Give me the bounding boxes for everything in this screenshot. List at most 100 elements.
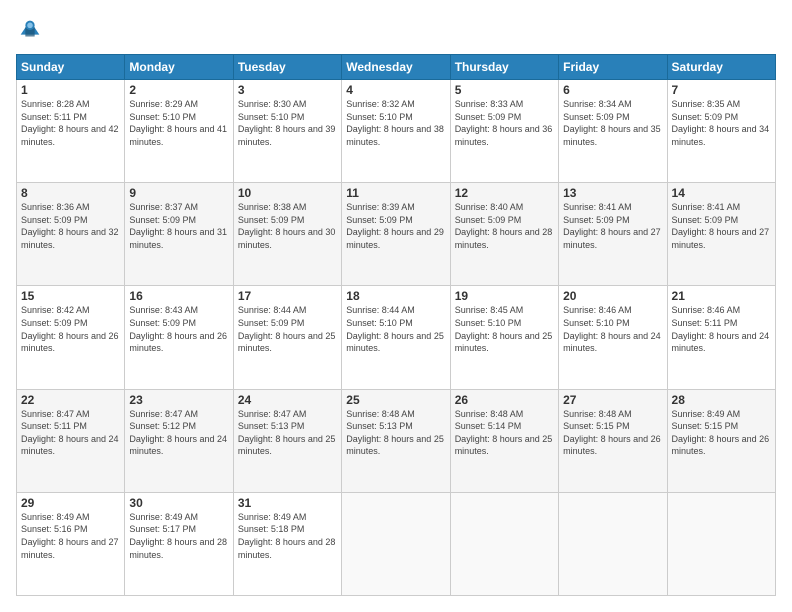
day-number: 25: [346, 393, 445, 407]
day-cell-13: 13 Sunrise: 8:41 AMSunset: 5:09 PMDaylig…: [559, 183, 667, 286]
day-cell-17: 17 Sunrise: 8:44 AMSunset: 5:09 PMDaylig…: [233, 286, 341, 389]
day-number: 30: [129, 496, 228, 510]
day-number: 4: [346, 83, 445, 97]
day-number: 24: [238, 393, 337, 407]
day-number: 2: [129, 83, 228, 97]
day-info: Sunrise: 8:45 AMSunset: 5:10 PMDaylight:…: [455, 305, 553, 353]
day-info: Sunrise: 8:32 AMSunset: 5:10 PMDaylight:…: [346, 99, 444, 147]
day-cell-12: 12 Sunrise: 8:40 AMSunset: 5:09 PMDaylig…: [450, 183, 558, 286]
week-row-3: 15 Sunrise: 8:42 AMSunset: 5:09 PMDaylig…: [17, 286, 776, 389]
day-number: 27: [563, 393, 662, 407]
day-info: Sunrise: 8:44 AMSunset: 5:09 PMDaylight:…: [238, 305, 336, 353]
day-number: 18: [346, 289, 445, 303]
day-info: Sunrise: 8:37 AMSunset: 5:09 PMDaylight:…: [129, 202, 227, 250]
column-header-tuesday: Tuesday: [233, 55, 341, 80]
day-cell-6: 6 Sunrise: 8:34 AMSunset: 5:09 PMDayligh…: [559, 80, 667, 183]
day-cell-14: 14 Sunrise: 8:41 AMSunset: 5:09 PMDaylig…: [667, 183, 775, 286]
day-number: 26: [455, 393, 554, 407]
day-info: Sunrise: 8:49 AMSunset: 5:15 PMDaylight:…: [672, 409, 770, 457]
day-number: 11: [346, 186, 445, 200]
day-info: Sunrise: 8:40 AMSunset: 5:09 PMDaylight:…: [455, 202, 553, 250]
day-cell-2: 2 Sunrise: 8:29 AMSunset: 5:10 PMDayligh…: [125, 80, 233, 183]
day-info: Sunrise: 8:49 AMSunset: 5:16 PMDaylight:…: [21, 512, 119, 560]
day-info: Sunrise: 8:46 AMSunset: 5:11 PMDaylight:…: [672, 305, 770, 353]
day-number: 23: [129, 393, 228, 407]
day-cell-7: 7 Sunrise: 8:35 AMSunset: 5:09 PMDayligh…: [667, 80, 775, 183]
header: [16, 16, 776, 44]
day-info: Sunrise: 8:41 AMSunset: 5:09 PMDaylight:…: [672, 202, 770, 250]
day-info: Sunrise: 8:49 AMSunset: 5:17 PMDaylight:…: [129, 512, 227, 560]
day-number: 12: [455, 186, 554, 200]
day-cell-19: 19 Sunrise: 8:45 AMSunset: 5:10 PMDaylig…: [450, 286, 558, 389]
day-number: 28: [672, 393, 771, 407]
day-number: 17: [238, 289, 337, 303]
empty-cell: [559, 492, 667, 595]
day-cell-30: 30 Sunrise: 8:49 AMSunset: 5:17 PMDaylig…: [125, 492, 233, 595]
day-info: Sunrise: 8:48 AMSunset: 5:15 PMDaylight:…: [563, 409, 661, 457]
day-number: 14: [672, 186, 771, 200]
day-cell-23: 23 Sunrise: 8:47 AMSunset: 5:12 PMDaylig…: [125, 389, 233, 492]
day-number: 20: [563, 289, 662, 303]
day-info: Sunrise: 8:30 AMSunset: 5:10 PMDaylight:…: [238, 99, 336, 147]
day-info: Sunrise: 8:47 AMSunset: 5:11 PMDaylight:…: [21, 409, 119, 457]
column-header-monday: Monday: [125, 55, 233, 80]
day-cell-1: 1 Sunrise: 8:28 AMSunset: 5:11 PMDayligh…: [17, 80, 125, 183]
day-number: 31: [238, 496, 337, 510]
day-info: Sunrise: 8:34 AMSunset: 5:09 PMDaylight:…: [563, 99, 661, 147]
week-row-4: 22 Sunrise: 8:47 AMSunset: 5:11 PMDaylig…: [17, 389, 776, 492]
day-number: 22: [21, 393, 120, 407]
day-cell-20: 20 Sunrise: 8:46 AMSunset: 5:10 PMDaylig…: [559, 286, 667, 389]
day-cell-10: 10 Sunrise: 8:38 AMSunset: 5:09 PMDaylig…: [233, 183, 341, 286]
day-number: 10: [238, 186, 337, 200]
day-cell-29: 29 Sunrise: 8:49 AMSunset: 5:16 PMDaylig…: [17, 492, 125, 595]
day-info: Sunrise: 8:43 AMSunset: 5:09 PMDaylight:…: [129, 305, 227, 353]
column-header-saturday: Saturday: [667, 55, 775, 80]
day-cell-26: 26 Sunrise: 8:48 AMSunset: 5:14 PMDaylig…: [450, 389, 558, 492]
column-header-sunday: Sunday: [17, 55, 125, 80]
calendar-header-row: SundayMondayTuesdayWednesdayThursdayFrid…: [17, 55, 776, 80]
day-info: Sunrise: 8:48 AMSunset: 5:14 PMDaylight:…: [455, 409, 553, 457]
day-cell-8: 8 Sunrise: 8:36 AMSunset: 5:09 PMDayligh…: [17, 183, 125, 286]
column-header-thursday: Thursday: [450, 55, 558, 80]
day-cell-25: 25 Sunrise: 8:48 AMSunset: 5:13 PMDaylig…: [342, 389, 450, 492]
day-cell-5: 5 Sunrise: 8:33 AMSunset: 5:09 PMDayligh…: [450, 80, 558, 183]
logo-icon: [16, 16, 44, 44]
week-row-2: 8 Sunrise: 8:36 AMSunset: 5:09 PMDayligh…: [17, 183, 776, 286]
day-info: Sunrise: 8:49 AMSunset: 5:18 PMDaylight:…: [238, 512, 336, 560]
day-cell-3: 3 Sunrise: 8:30 AMSunset: 5:10 PMDayligh…: [233, 80, 341, 183]
day-number: 6: [563, 83, 662, 97]
day-info: Sunrise: 8:29 AMSunset: 5:10 PMDaylight:…: [129, 99, 227, 147]
day-cell-21: 21 Sunrise: 8:46 AMSunset: 5:11 PMDaylig…: [667, 286, 775, 389]
day-number: 9: [129, 186, 228, 200]
day-info: Sunrise: 8:44 AMSunset: 5:10 PMDaylight:…: [346, 305, 444, 353]
day-cell-16: 16 Sunrise: 8:43 AMSunset: 5:09 PMDaylig…: [125, 286, 233, 389]
day-cell-4: 4 Sunrise: 8:32 AMSunset: 5:10 PMDayligh…: [342, 80, 450, 183]
day-cell-11: 11 Sunrise: 8:39 AMSunset: 5:09 PMDaylig…: [342, 183, 450, 286]
week-row-1: 1 Sunrise: 8:28 AMSunset: 5:11 PMDayligh…: [17, 80, 776, 183]
day-info: Sunrise: 8:39 AMSunset: 5:09 PMDaylight:…: [346, 202, 444, 250]
day-info: Sunrise: 8:28 AMSunset: 5:11 PMDaylight:…: [21, 99, 119, 147]
day-cell-31: 31 Sunrise: 8:49 AMSunset: 5:18 PMDaylig…: [233, 492, 341, 595]
day-cell-24: 24 Sunrise: 8:47 AMSunset: 5:13 PMDaylig…: [233, 389, 341, 492]
day-cell-28: 28 Sunrise: 8:49 AMSunset: 5:15 PMDaylig…: [667, 389, 775, 492]
day-number: 5: [455, 83, 554, 97]
day-info: Sunrise: 8:46 AMSunset: 5:10 PMDaylight:…: [563, 305, 661, 353]
day-info: Sunrise: 8:38 AMSunset: 5:09 PMDaylight:…: [238, 202, 336, 250]
calendar-page: SundayMondayTuesdayWednesdayThursdayFrid…: [0, 0, 792, 612]
day-number: 3: [238, 83, 337, 97]
day-number: 19: [455, 289, 554, 303]
empty-cell: [342, 492, 450, 595]
day-number: 13: [563, 186, 662, 200]
column-header-wednesday: Wednesday: [342, 55, 450, 80]
day-number: 16: [129, 289, 228, 303]
day-cell-22: 22 Sunrise: 8:47 AMSunset: 5:11 PMDaylig…: [17, 389, 125, 492]
day-number: 8: [21, 186, 120, 200]
column-header-friday: Friday: [559, 55, 667, 80]
day-info: Sunrise: 8:42 AMSunset: 5:09 PMDaylight:…: [21, 305, 119, 353]
calendar-body: 1 Sunrise: 8:28 AMSunset: 5:11 PMDayligh…: [17, 80, 776, 596]
logo: [16, 16, 48, 44]
day-info: Sunrise: 8:35 AMSunset: 5:09 PMDaylight:…: [672, 99, 770, 147]
day-number: 7: [672, 83, 771, 97]
day-info: Sunrise: 8:36 AMSunset: 5:09 PMDaylight:…: [21, 202, 119, 250]
day-cell-18: 18 Sunrise: 8:44 AMSunset: 5:10 PMDaylig…: [342, 286, 450, 389]
